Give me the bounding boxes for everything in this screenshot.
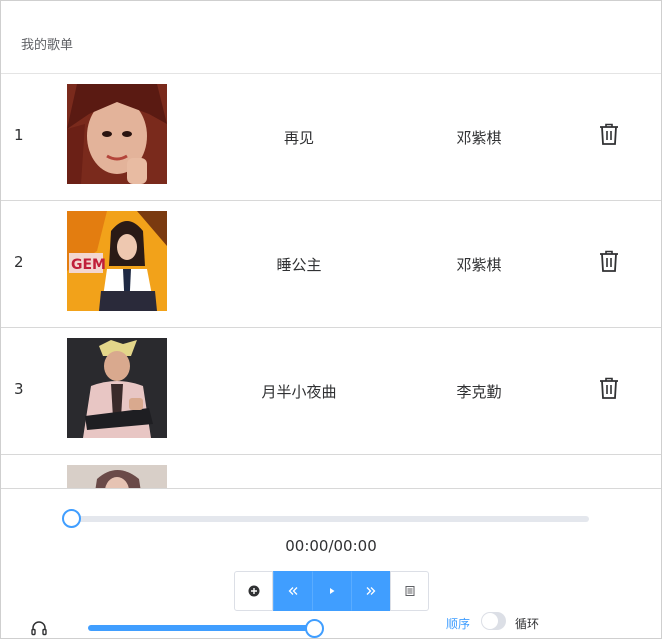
album-cover — [67, 338, 167, 438]
delete-song-button[interactable] — [597, 376, 621, 400]
song-name: 月半小夜曲 — [261, 383, 337, 401]
volume-bar[interactable] — [88, 625, 315, 631]
song-index: 2 — [14, 253, 24, 271]
music-player-window: 我的歌单 1 再见 邓紫棋 2 GEM 睡公主 邓紫棋 3 月半小夜曲 李克勤 … — [0, 0, 662, 639]
mode-loop-label: 循环 — [515, 617, 540, 631]
progress-slider-handle[interactable] — [62, 509, 81, 528]
song-index: 3 — [14, 380, 24, 398]
progress-bar[interactable] — [71, 516, 589, 522]
song-name: 再见 — [283, 129, 314, 147]
toggle-knob — [482, 613, 498, 629]
svg-text:GEM: GEM — [71, 257, 106, 273]
song-artist: 李克勤 — [456, 383, 502, 401]
album-cover: GEM — [67, 211, 167, 311]
delete-song-button[interactable] — [597, 249, 621, 273]
trash-icon — [600, 377, 618, 399]
song-row[interactable]: 4 — [1, 455, 661, 488]
song-list[interactable]: 1 再见 邓紫棋 2 GEM 睡公主 邓紫棋 3 月半小夜曲 李克勤 — [1, 74, 661, 488]
song-artist: 邓紫棋 — [456, 256, 502, 274]
trash-icon — [600, 123, 618, 145]
song-artist: 邓紫棋 — [456, 129, 502, 147]
volume-slider-handle[interactable] — [305, 619, 324, 638]
time-display: 00:00/00:00 — [285, 537, 377, 555]
playlist-button[interactable] — [390, 571, 429, 611]
add-button[interactable] — [234, 571, 273, 611]
next-button[interactable] — [351, 571, 390, 611]
play-icon — [329, 588, 334, 594]
add-icon — [248, 585, 259, 597]
song-index: 1 — [14, 126, 24, 144]
playback-button-group — [234, 571, 429, 611]
previous-button[interactable] — [273, 571, 312, 611]
song-row[interactable]: 2 GEM 睡公主 邓紫棋 — [1, 201, 661, 328]
song-name: 睡公主 — [276, 256, 322, 274]
album-cover — [67, 84, 167, 184]
headphone-icon — [30, 619, 48, 637]
play-mode-toggle[interactable] — [481, 612, 506, 630]
playlist-title: 我的歌单 — [21, 38, 74, 53]
next-icon — [366, 587, 375, 595]
trash-icon — [600, 250, 618, 272]
playlist-header: 我的歌单 — [1, 1, 661, 74]
song-row[interactable]: 1 再见 邓紫棋 — [1, 74, 661, 201]
list-icon — [405, 586, 414, 596]
previous-icon — [288, 587, 297, 595]
mode-order-label: 顺序 — [446, 617, 471, 631]
song-row[interactable]: 3 月半小夜曲 李克勤 — [1, 328, 661, 455]
player-controls: 00:00/00:00 顺序 循环 — [1, 488, 661, 638]
play-button[interactable] — [312, 571, 351, 611]
delete-song-button[interactable] — [597, 122, 621, 146]
album-cover — [67, 465, 167, 488]
